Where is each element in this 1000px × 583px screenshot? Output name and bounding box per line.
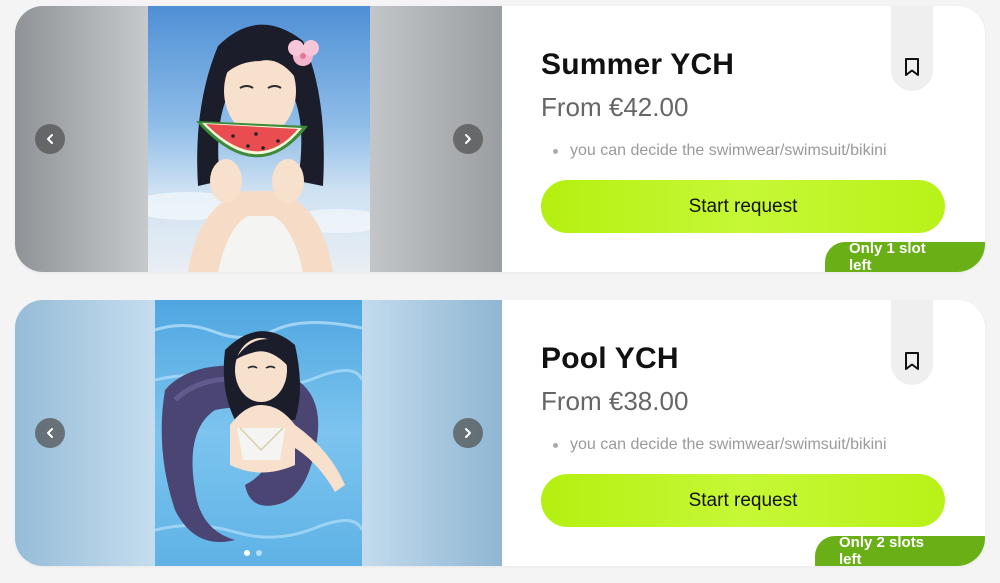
feature-text: you can decide the swimwear/swimsuit/bik… <box>570 142 887 159</box>
previous-image-button[interactable] <box>35 124 65 154</box>
product-image[interactable] <box>148 6 370 272</box>
next-image-button[interactable] <box>453 418 483 448</box>
slots-left-badge: Only 2 slots left <box>815 534 985 566</box>
bookmark-button[interactable] <box>891 6 933 91</box>
summer-illustration <box>148 6 370 272</box>
product-card: Summer YCH From €42.00 you can decide th… <box>15 6 985 272</box>
product-title: Pool YCH <box>541 342 679 375</box>
next-image-button[interactable] <box>453 124 483 154</box>
product-price: From €42.00 <box>541 92 689 122</box>
gallery-pagination <box>244 550 262 556</box>
start-request-button[interactable]: Start request <box>541 474 945 527</box>
previous-image-button[interactable] <box>35 418 65 448</box>
bullet-icon <box>553 442 558 448</box>
chevron-left-icon <box>47 428 53 438</box>
chevron-left-icon <box>47 134 53 144</box>
chevron-right-icon <box>465 428 471 438</box>
pool-illustration <box>155 300 362 566</box>
image-gallery <box>15 6 502 272</box>
feature-item: you can decide the swimwear/swimsuit/bik… <box>553 142 887 160</box>
slots-left-badge: Only 1 slot left <box>825 240 985 272</box>
bullet-icon <box>553 148 558 154</box>
chevron-right-icon <box>465 134 471 144</box>
bookmark-icon <box>905 352 919 370</box>
bookmark-button[interactable] <box>891 300 933 385</box>
image-gallery <box>15 300 502 566</box>
feature-text: you can decide the swimwear/swimsuit/bik… <box>570 436 887 453</box>
pagination-dot[interactable] <box>256 550 262 556</box>
product-title: Summer YCH <box>541 48 735 81</box>
product-price: From €38.00 <box>541 386 689 416</box>
start-request-button[interactable]: Start request <box>541 180 945 233</box>
pagination-dot-active[interactable] <box>244 550 250 556</box>
bookmark-icon <box>905 58 919 76</box>
product-card: Pool YCH From €38.00 you can decide the … <box>15 300 985 566</box>
product-image[interactable] <box>155 300 362 566</box>
feature-item: you can decide the swimwear/swimsuit/bik… <box>553 436 887 454</box>
